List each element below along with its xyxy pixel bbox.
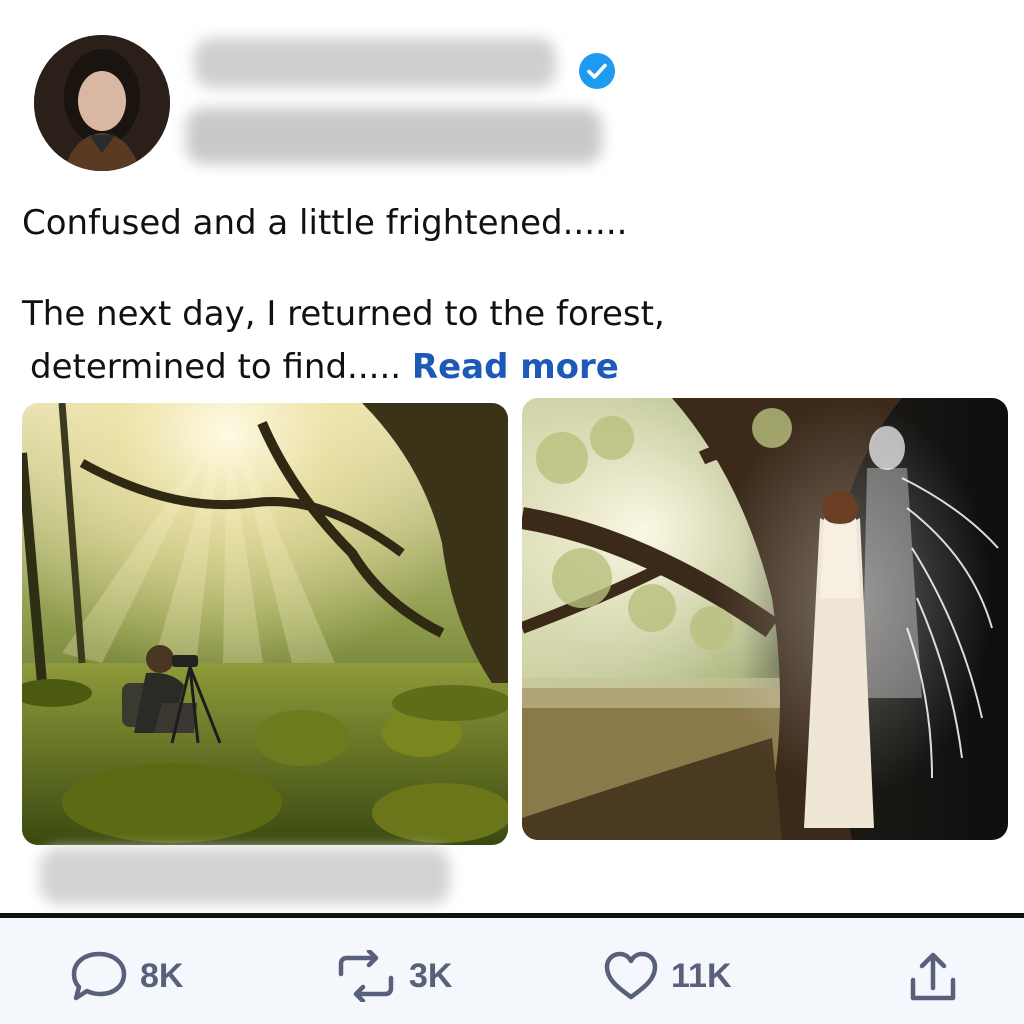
display-name-redacted (194, 38, 556, 88)
like-count: 11K (671, 956, 732, 995)
repost-count: 3K (409, 956, 453, 995)
footer-text-redacted (40, 848, 450, 904)
handle-redacted (186, 108, 602, 164)
reply-icon (71, 951, 127, 1001)
post-text-line-3-body: determined to find..... (30, 347, 402, 387)
read-more-link[interactable]: Read more (412, 347, 619, 387)
share-icon (910, 952, 956, 1001)
post-text-line-1: Confused and a little frightened...... (22, 203, 628, 243)
avatar[interactable] (34, 35, 170, 171)
post-image-forest-photographer[interactable] (22, 403, 508, 845)
like-button[interactable]: 11K (603, 950, 732, 1002)
repost-icon (338, 950, 394, 1002)
share-button[interactable] (905, 950, 961, 1006)
like-icon (604, 951, 658, 1000)
reply-button[interactable]: 8K (70, 950, 183, 1002)
post-image-spirit-under-oak[interactable] (522, 398, 1008, 840)
post-text-line-2: The next day, I returned to the forest, (22, 294, 665, 334)
post-text-line-3: determined to find..... Read more (30, 347, 619, 387)
reply-count: 8K (140, 956, 184, 995)
repost-button[interactable]: 3K (335, 950, 452, 1002)
verified-badge-icon (579, 53, 615, 89)
